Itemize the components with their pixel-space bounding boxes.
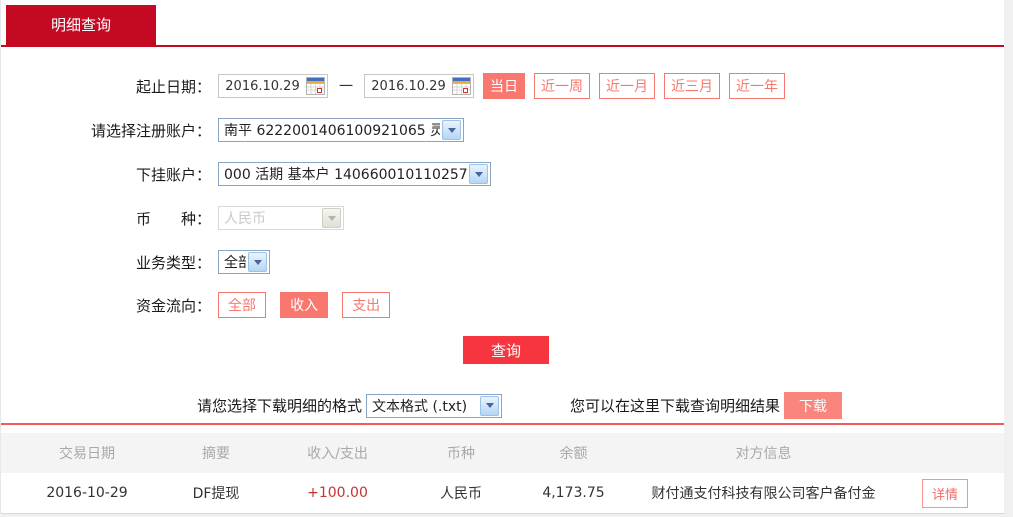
cell-counterparty: 财付通支付科技有限公司客户备付金: [651, 486, 876, 502]
download-hint: 您可以在这里下载查询明细结果: [570, 397, 781, 415]
quick-quarter-button[interactable]: 近三月: [664, 73, 720, 99]
register-account-select[interactable]: 南平 6222001406100921065 灵通卡: [218, 118, 464, 142]
register-account-label: 请选择注册账户：: [90, 121, 211, 140]
quick-year-button[interactable]: 近一年: [729, 73, 785, 99]
chevron-down-icon[interactable]: [442, 120, 461, 140]
fund-flow-row: 资金流向： 全部 收入 支出: [1, 292, 1004, 318]
end-date-input[interactable]: 2016.10.29: [364, 74, 474, 98]
business-type-select[interactable]: 全部: [218, 250, 270, 274]
header-currency: 币种: [447, 446, 475, 462]
currency-row: 币 种： 人民币: [1, 206, 1004, 230]
end-date-value: 2016.10.29: [371, 78, 446, 94]
date-range-label: 起止日期：: [135, 77, 211, 96]
start-date-value: 2016.10.29: [225, 78, 300, 94]
currency-label: 币 种：: [135, 209, 211, 228]
tab-detail-query[interactable]: 明细查询: [6, 5, 156, 45]
download-format-value: 文本格式 (.txt): [372, 398, 468, 415]
chevron-down-icon[interactable]: [248, 252, 267, 272]
sub-account-select[interactable]: 000 活期 基本户 1406600101102571848: [218, 162, 491, 186]
calendar-icon[interactable]: [452, 77, 471, 95]
date-range-row: 起止日期： 2016.10.29 一 2016.10.29 当日 近一周 近一月…: [1, 73, 1004, 99]
currency-value: 人民币: [224, 211, 266, 227]
sub-account-label: 下挂账户：: [135, 165, 211, 184]
sub-account-value: 000 活期 基本户 1406600101102571848: [224, 167, 467, 183]
register-account-value: 南平 6222001406100921065 灵通卡: [224, 123, 440, 139]
start-date-input[interactable]: 2016.10.29: [218, 74, 328, 98]
chevron-down-icon[interactable]: [469, 164, 488, 184]
currency-select: 人民币: [218, 206, 344, 230]
table-header-row: 交易日期 摘要 收入/支出 币种 余额 对方信息: [1, 433, 1004, 473]
quick-today-button[interactable]: 当日: [483, 73, 525, 99]
header-summary: 摘要: [202, 446, 230, 462]
cell-currency: 人民币: [440, 486, 482, 502]
detail-query-page: 明细查询 起止日期： 2016.10.29 一 2016.10.29 当日 近一…: [0, 0, 1004, 514]
business-type-row: 业务类型： 全部: [1, 250, 1004, 274]
download-button[interactable]: 下载: [784, 392, 843, 419]
quick-week-button[interactable]: 近一周: [534, 73, 590, 99]
download-format-select[interactable]: 文本格式 (.txt): [366, 393, 503, 418]
detail-button[interactable]: 详情: [921, 478, 968, 508]
tab-underline: [1, 45, 1004, 47]
register-account-row: 请选择注册账户： 南平 6222001406100921065 灵通卡: [1, 118, 1004, 142]
fund-flow-label: 资金流向：: [135, 296, 211, 315]
sub-account-row: 下挂账户： 000 活期 基本户 1406600101102571848: [1, 162, 1004, 186]
table-row: 2016-10-29 DF提现 +100.00 人民币 4,173.75 财付通…: [1, 473, 1004, 514]
header-balance: 余额: [559, 446, 588, 462]
fund-flow-all-button[interactable]: 全部: [218, 292, 266, 318]
fund-flow-options: 全部 收入 支出: [218, 292, 391, 318]
business-type-value: 全部: [224, 255, 246, 271]
download-row: 请您选择下载明细的格式 文本格式 (.txt) 您可以在这里下载查询明细结果 下…: [197, 392, 843, 419]
header-counterparty: 对方信息: [735, 446, 792, 462]
header-date: 交易日期: [59, 446, 115, 462]
cell-date: 2016-10-29: [46, 485, 128, 501]
quick-month-button[interactable]: 近一月: [599, 73, 655, 99]
fund-flow-income-button[interactable]: 收入: [280, 292, 329, 318]
download-format-label: 请您选择下载明细的格式: [197, 397, 363, 415]
chevron-down-icon[interactable]: [480, 395, 500, 416]
cell-amount: +100.00: [307, 485, 368, 501]
calendar-icon[interactable]: [306, 77, 325, 95]
date-separator: 一: [339, 79, 353, 95]
chevron-down-icon: [322, 208, 341, 228]
header-amount: 收入/支出: [307, 446, 368, 462]
business-type-label: 业务类型：: [135, 253, 211, 272]
cell-summary: DF提现: [192, 486, 240, 502]
fund-flow-expense-button[interactable]: 支出: [342, 292, 391, 318]
query-button[interactable]: 查询: [463, 336, 549, 364]
cell-balance: 4,173.75: [542, 485, 605, 501]
cell-actions: 详情: [886, 478, 1004, 508]
table-top-divider: [1, 423, 1004, 425]
